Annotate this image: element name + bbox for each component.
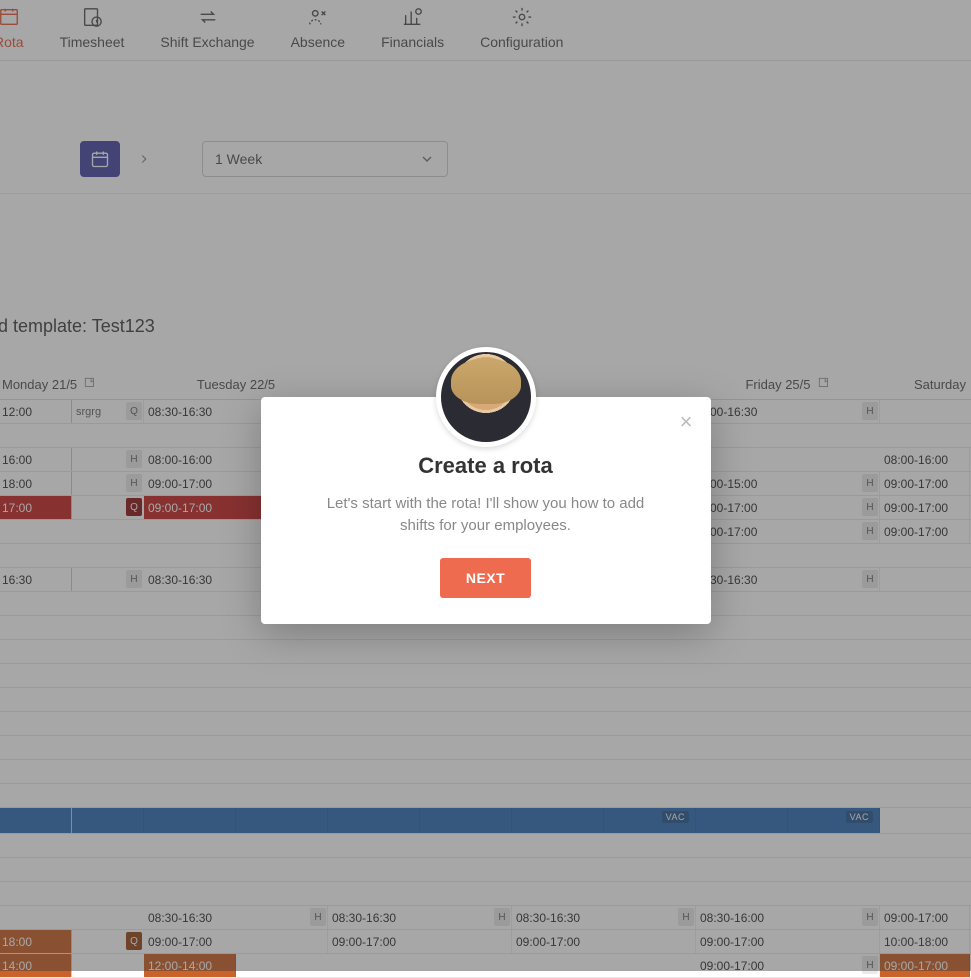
guide-avatar	[436, 347, 536, 447]
next-button[interactable]: NEXT	[440, 558, 531, 598]
modal-title: Create a rota	[291, 453, 681, 479]
modal-overlay: × Create a rota Let's start with the rot…	[0, 0, 971, 971]
close-icon[interactable]: ×	[680, 411, 693, 433]
modal-body: Let's start with the rota! I'll show you…	[311, 493, 661, 537]
